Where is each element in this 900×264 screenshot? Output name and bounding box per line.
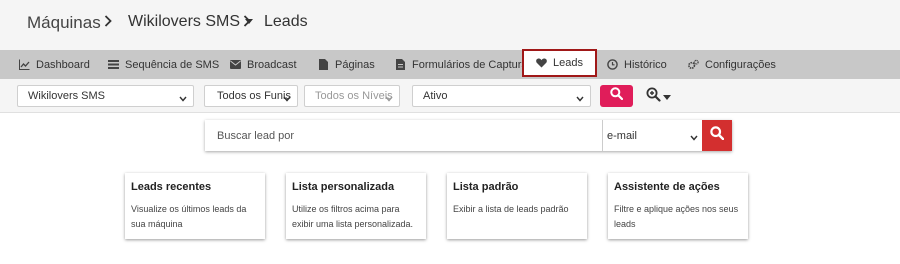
tab-pages[interactable]: Páginas xyxy=(318,50,375,79)
header-bar: Máquinas Wikilovers SMS Leads xyxy=(0,0,900,50)
card-title: Leads recentes xyxy=(131,181,212,193)
tab-label: Configurações xyxy=(705,58,776,71)
file-icon xyxy=(318,59,329,70)
envelope-icon xyxy=(230,59,241,70)
card-actions-assistant[interactable]: Assistente de ações Filtre e aplique açõ… xyxy=(608,173,748,239)
tab-label: Broadcast xyxy=(247,58,297,71)
card-custom-list[interactable]: Lista personalizada Utilize os filtros a… xyxy=(286,173,426,239)
chevron-down-icon xyxy=(283,93,291,105)
zoom-in-icon xyxy=(646,87,661,107)
card-title: Lista personalizada xyxy=(292,181,395,193)
search-icon xyxy=(710,126,725,145)
level-select[interactable]: Todos os Níveis xyxy=(304,85,400,107)
lead-search-input[interactable] xyxy=(205,120,602,151)
chevron-right-icon xyxy=(243,14,251,30)
chevron-down-icon xyxy=(690,132,698,144)
filter-search-button[interactable] xyxy=(600,85,633,107)
search-icon xyxy=(610,87,624,105)
level-select-value: Todos os Níveis xyxy=(315,90,393,102)
tab-label: Formulários de Captura xyxy=(412,58,528,71)
machine-select-value: Wikilovers SMS xyxy=(28,90,106,102)
tab-leads[interactable]: Leads xyxy=(522,49,597,77)
chart-line-icon xyxy=(19,59,30,70)
chevron-down-icon xyxy=(179,93,187,105)
tab-label: Leads xyxy=(553,57,583,69)
card-description: Filtre e aplique ações nos seus leads xyxy=(614,204,739,229)
tab-label: Páginas xyxy=(335,58,375,71)
tab-capture-forms[interactable]: Formulários de Captura xyxy=(395,50,528,79)
breadcrumb-current: Leads xyxy=(264,13,308,30)
card-description: Utilize os filtros acima para exibir uma… xyxy=(292,204,414,229)
tab-bar: Dashboard Sequência de SMS Broadcast Pág… xyxy=(0,49,900,79)
funnel-select-value: Todos os Funis xyxy=(217,90,291,102)
tab-broadcast[interactable]: Broadcast xyxy=(230,50,297,79)
lead-search-button[interactable] xyxy=(702,120,732,151)
machine-dropdown-label: Wikilovers SMS xyxy=(128,13,241,30)
machine-dropdown[interactable]: Wikilovers SMS xyxy=(128,13,254,31)
machine-select[interactable]: Wikilovers SMS xyxy=(17,85,194,107)
clock-icon xyxy=(607,59,618,70)
status-select-value: Ativo xyxy=(423,90,448,102)
lead-search-bar: e-mail xyxy=(205,120,732,151)
card-description: Exibir a lista de leads padrão xyxy=(453,204,569,214)
gears-icon xyxy=(688,59,699,70)
status-select[interactable]: Ativo xyxy=(412,85,591,107)
chevron-down-icon xyxy=(385,93,393,105)
heart-icon xyxy=(536,58,547,69)
tab-sms-sequence[interactable]: Sequência de SMS xyxy=(108,50,219,79)
tab-label: Histórico xyxy=(624,58,667,71)
tab-dashboard[interactable]: Dashboard xyxy=(19,50,90,79)
caret-down-icon xyxy=(663,94,671,100)
filter-bar: Wikilovers SMS Todos os Funis Todos os N… xyxy=(0,79,900,113)
chevron-down-icon xyxy=(576,93,584,105)
card-default-list[interactable]: Lista padrão Exibir a lista de leads pad… xyxy=(447,173,587,239)
breadcrumb-root[interactable]: Máquinas xyxy=(27,13,101,33)
search-field-select[interactable]: e-mail xyxy=(602,120,702,151)
tab-label: Dashboard xyxy=(36,58,90,71)
card-title: Lista padrão xyxy=(453,181,519,193)
card-description: Visualize os últimos leads da sua máquin… xyxy=(131,204,247,229)
advanced-search-toggle[interactable] xyxy=(646,87,671,107)
funnel-select[interactable]: Todos os Funis xyxy=(204,85,298,107)
chevron-right-icon xyxy=(104,14,112,30)
tab-settings[interactable]: Configurações xyxy=(688,50,776,79)
list-icon xyxy=(108,59,119,70)
tab-label: Sequência de SMS xyxy=(125,58,220,71)
search-field-value: e-mail xyxy=(607,129,637,142)
tab-history[interactable]: Histórico xyxy=(607,50,667,79)
card-title: Assistente de ações xyxy=(614,181,720,193)
form-icon xyxy=(395,59,406,70)
card-recent-leads[interactable]: Leads recentes Visualize os últimos lead… xyxy=(125,173,265,239)
